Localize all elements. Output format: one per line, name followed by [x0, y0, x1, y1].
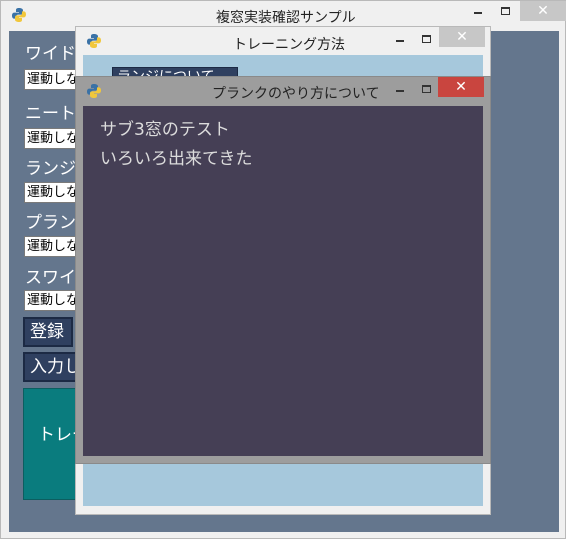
plank-text-line-1: サブ3窓のテスト — [100, 120, 230, 140]
main-minimize-button[interactable] — [465, 1, 491, 21]
main-close-button[interactable]: ✕ — [520, 1, 566, 21]
python-icon — [87, 84, 101, 98]
maximize-icon — [421, 85, 431, 93]
plank-client-area: サブ3窓のテスト いろいろ出来てきた — [83, 106, 483, 456]
training-window-title: トレーニング方法 — [233, 37, 345, 53]
plank-close-button[interactable]: ✕ — [438, 77, 484, 97]
plank-minimize-button[interactable] — [388, 79, 412, 99]
maximize-icon — [421, 35, 431, 43]
plank-window-title: プランクのやり方について — [212, 86, 380, 102]
training-maximize-button[interactable] — [414, 29, 438, 49]
python-icon — [12, 8, 26, 22]
minimize-icon — [474, 12, 482, 14]
plank-text-line-2: いろいろ出来てきた — [100, 149, 253, 169]
minimize-icon — [396, 40, 404, 42]
register-button[interactable]: 登録 — [23, 317, 73, 347]
training-titlebar[interactable]: トレーニング方法 ✕ — [76, 27, 490, 55]
main-titlebar[interactable]: 複窓実装確認サンプル ✕ — [1, 1, 566, 29]
python-icon — [87, 34, 101, 48]
label-lunge: ランジ — [25, 159, 76, 179]
close-icon: ✕ — [455, 79, 467, 95]
training-minimize-button[interactable] — [388, 29, 412, 49]
maximize-icon — [500, 7, 510, 15]
label-neat: ニート — [25, 104, 76, 124]
plank-titlebar[interactable]: プランクのやり方について ✕ — [76, 77, 490, 105]
training-close-button[interactable]: ✕ — [439, 27, 485, 47]
label-swing: スワイ — [25, 268, 76, 288]
plank-window: プランクのやり方について ✕ サブ3窓のテスト いろいろ出来てきた — [75, 76, 491, 464]
close-icon: ✕ — [456, 29, 468, 45]
main-window-title: 複窓実装確認サンプル — [216, 10, 356, 26]
plank-maximize-button[interactable] — [414, 79, 438, 99]
minimize-icon — [396, 90, 404, 92]
close-icon: ✕ — [537, 3, 549, 19]
main-maximize-button[interactable] — [492, 1, 518, 21]
input-button[interactable]: 入力し — [23, 352, 83, 382]
